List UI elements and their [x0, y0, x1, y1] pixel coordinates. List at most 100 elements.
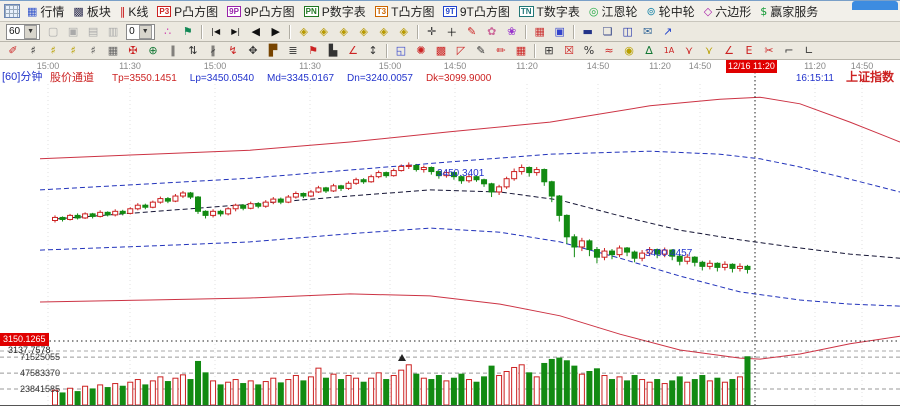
slope-tool-icon[interactable]: ∆: [639, 42, 659, 60]
interval-label: [60]分钟: [2, 72, 42, 83]
e-tool-icon[interactable]: E: [739, 42, 759, 60]
menu-hexagon-label: 六边形: [715, 3, 751, 20]
pencil-red-icon[interactable]: ✏: [491, 42, 511, 60]
chevron-down-icon[interactable]: ▼: [24, 25, 37, 39]
menu-winner-service[interactable]: $赢家服务: [757, 2, 824, 21]
trend-lines-icon[interactable]: ∦: [203, 42, 223, 60]
matrix-tool-icon[interactable]: ⊞: [539, 42, 559, 60]
app-window: ▦行情▩板块‖K线P3P凸方图9P9P凸方图PNP数字表T3T凸方图9T9T凸方…: [0, 0, 900, 406]
pencil-black-icon[interactable]: ✎: [471, 42, 491, 60]
fork-red-icon[interactable]: ⋎: [679, 42, 699, 60]
calendar-icon[interactable]: ▦: [530, 23, 550, 41]
volume-axis-label: 47583370: [4, 368, 60, 379]
kline-lines-icon[interactable]: ≣: [283, 42, 303, 60]
parallel-lines-icon[interactable]: ∥: [163, 42, 183, 60]
burst-tool-icon[interactable]: ✺: [411, 42, 431, 60]
angle-tool-icon[interactable]: ∠: [343, 42, 363, 60]
chart-canvas[interactable]: [0, 60, 900, 410]
step-tool-icon[interactable]: ⌐: [779, 42, 799, 60]
flower-tool-icon[interactable]: ✿: [482, 23, 502, 41]
calculator-icon[interactable]: ▣: [550, 23, 570, 41]
x-curve-icon[interactable]: ☒: [559, 42, 579, 60]
pointer-tool-icon[interactable]: ✛: [422, 23, 442, 41]
wave-tool-icon[interactable]: ≈: [599, 42, 619, 60]
percent-tool-icon[interactable]: %: [579, 42, 599, 60]
menu-sectors-icon: ▩: [73, 6, 83, 17]
menu-p-table[interactable]: PNP数字表: [301, 2, 372, 21]
status-time: 16:15:11: [796, 73, 834, 84]
menu-quotes[interactable]: ▦行情: [24, 2, 70, 21]
scatter-tool-icon[interactable]: ∴: [158, 23, 178, 41]
pencil-tool-icon[interactable]: ✎: [462, 23, 482, 41]
chart-area[interactable]: 15:0011:3015:0011:3015:0014:5011:2014:50…: [0, 60, 900, 410]
menu-t-histogram[interactable]: T3T凸方图: [372, 2, 441, 21]
clover-tool-icon[interactable]: ❀: [502, 23, 522, 41]
toolbar-separator: [417, 25, 419, 39]
vertical-arrows-icon[interactable]: ↕: [363, 42, 383, 60]
mail-icon[interactable]: ✉: [638, 23, 658, 41]
fork-gold-icon[interactable]: ⋎: [699, 42, 719, 60]
red-checker-icon[interactable]: ▦: [511, 42, 531, 60]
corner-tool-icon[interactable]: ▙: [323, 42, 343, 60]
anchor-tool-icon[interactable]: ✠: [123, 42, 143, 60]
monitor-icon[interactable]: ▬: [578, 23, 598, 41]
flag-tool-icon[interactable]: ⚑: [303, 42, 323, 60]
window-tab-fragment[interactable]: [852, 1, 898, 10]
gann-grid-gold-1-icon[interactable]: ♯: [43, 42, 63, 60]
gann-circle-icon[interactable]: ⊕: [143, 42, 163, 60]
menu-wheel-in-wheel-icon: ⊚: [646, 6, 655, 17]
time-tick-label: 14:50: [689, 61, 712, 72]
menu-9t-histogram[interactable]: 9T9T凸方图: [440, 2, 515, 21]
menu-wheel-in-wheel[interactable]: ⊚轮中轮: [643, 2, 700, 21]
gann-diamond-2-icon[interactable]: ◈: [314, 23, 334, 41]
grid-dark-icon[interactable]: ♯: [83, 42, 103, 60]
menu-gann-wheel[interactable]: ◎江恩轮: [586, 2, 644, 21]
first-bar-button[interactable]: |◀: [206, 23, 226, 41]
triangle-ruler-icon[interactable]: ◸: [451, 42, 471, 60]
red-grid-icon[interactable]: ▩: [431, 42, 451, 60]
gann-diamond-6-icon[interactable]: ◈: [394, 23, 414, 41]
table-grid-icon[interactable]: [4, 4, 20, 18]
gann-diamond-5-icon[interactable]: ◈: [374, 23, 394, 41]
gann-diamond-4-icon[interactable]: ◈: [354, 23, 374, 41]
paint-tool-icon[interactable]: ✐: [3, 42, 23, 60]
menu-kline[interactable]: ‖K线: [117, 2, 155, 21]
scissors-icon[interactable]: ✂: [759, 42, 779, 60]
box-grid-icon[interactable]: ▛: [263, 42, 283, 60]
ruler-tool-icon[interactable]: ⇅: [183, 42, 203, 60]
last-bar-button[interactable]: ▶|: [226, 23, 246, 41]
window-icon[interactable]: ❏: [598, 23, 618, 41]
flag-chart-icon[interactable]: ⚑: [178, 23, 198, 41]
gann-diamond-3-icon[interactable]: ◈: [334, 23, 354, 41]
angle-red-icon[interactable]: ∠: [719, 42, 739, 60]
split-view-icon[interactable]: ▤: [83, 23, 103, 41]
gann-grid-icon[interactable]: ♯: [23, 42, 43, 60]
tile-view-icon[interactable]: ▥: [103, 23, 123, 41]
menu-9p-histogram[interactable]: 9P9P凸方图: [224, 2, 300, 21]
chevron-down-icon[interactable]: ▼: [139, 25, 152, 39]
menu-sectors[interactable]: ▩板块: [70, 2, 116, 21]
next-bar-button[interactable]: ▶: [266, 23, 286, 41]
gann-grid-gold-2-icon[interactable]: ♯: [63, 42, 83, 60]
gann-diamond-1-icon[interactable]: ◈: [294, 23, 314, 41]
menu-hexagon-icon: ◇: [704, 6, 712, 17]
menu-hexagon[interactable]: ◇六边形: [701, 2, 757, 21]
period-combo[interactable]: 60▼: [6, 24, 40, 40]
blue-corner-icon[interactable]: ◱: [391, 42, 411, 60]
prev-bar-button[interactable]: ◀: [246, 23, 266, 41]
offset-combo[interactable]: 0▼: [126, 24, 155, 40]
crosshair-tool-icon[interactable]: ＋: [442, 23, 462, 41]
export-icon[interactable]: ↗: [658, 23, 678, 41]
text-1a-icon[interactable]: 1A: [659, 42, 679, 60]
slope2-tool-icon[interactable]: ∟: [799, 42, 819, 60]
lightning-icon[interactable]: ↯: [223, 42, 243, 60]
menu-p-histogram[interactable]: P3P凸方图: [154, 2, 224, 21]
layout-tool-icon[interactable]: ▢: [43, 23, 63, 41]
grid-view-icon[interactable]: ▣: [63, 23, 83, 41]
menu-winner-service-icon: $: [760, 6, 767, 17]
hatch-icon[interactable]: ▦: [103, 42, 123, 60]
target-tool-icon[interactable]: ◉: [619, 42, 639, 60]
menu-t-table[interactable]: TNT数字表: [516, 2, 586, 21]
cross-arrows-icon[interactable]: ✥: [243, 42, 263, 60]
save-icon[interactable]: ◫: [618, 23, 638, 41]
